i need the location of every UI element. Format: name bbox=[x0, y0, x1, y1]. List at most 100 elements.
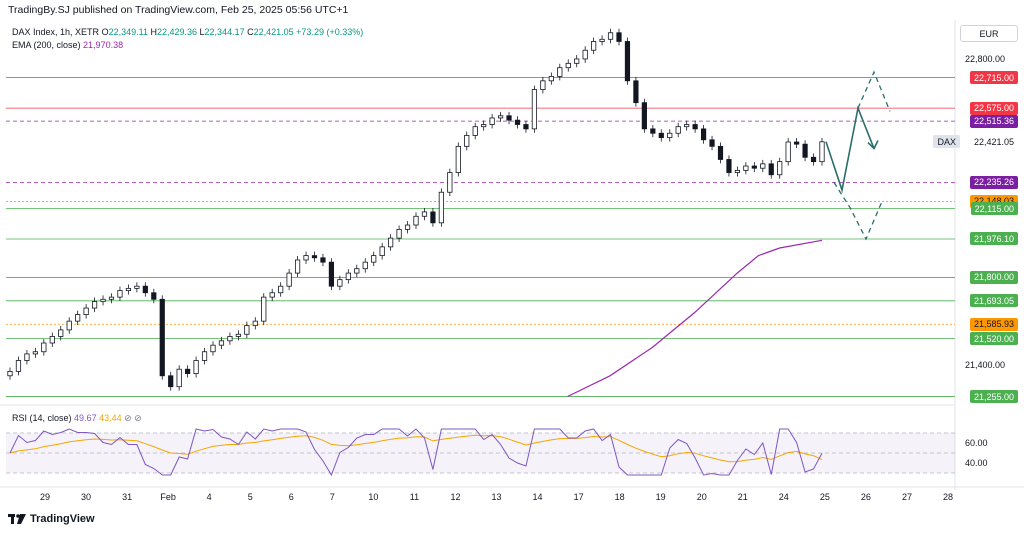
candle-up bbox=[286, 272, 292, 287]
candle-down bbox=[142, 285, 148, 294]
candle-down bbox=[430, 211, 436, 224]
candle-down bbox=[523, 124, 529, 130]
candle-up bbox=[413, 215, 419, 226]
footer-brand: TradingView bbox=[30, 513, 95, 525]
candle-up bbox=[464, 135, 470, 147]
candle-down bbox=[751, 165, 757, 169]
candle-down bbox=[810, 156, 817, 163]
candle-up bbox=[489, 117, 495, 125]
x-tick-label: 24 bbox=[779, 492, 789, 502]
x-tick-label: 31 bbox=[122, 492, 132, 502]
price-level-label: 21,255.00 bbox=[969, 390, 1018, 404]
candle-up bbox=[743, 165, 749, 171]
rsi-tick-label: 40.00 bbox=[965, 458, 988, 468]
candle-down bbox=[658, 132, 664, 139]
candle-down bbox=[159, 298, 165, 377]
price-level-label: 22,515.36 bbox=[969, 114, 1018, 128]
candle-up bbox=[481, 124, 487, 128]
candle-up bbox=[396, 228, 402, 239]
candle-up bbox=[777, 161, 783, 176]
price-level-label: 22,421.05 bbox=[969, 135, 1018, 149]
x-tick-label: 28 bbox=[943, 492, 953, 502]
rsi-label[interactable]: RSI (14, close) bbox=[12, 413, 72, 423]
candle-up bbox=[404, 224, 411, 230]
candle-up bbox=[667, 132, 673, 139]
candle-down bbox=[616, 32, 622, 42]
candle-up bbox=[447, 172, 453, 193]
candle-up bbox=[100, 298, 106, 302]
x-tick-label: 29 bbox=[40, 492, 50, 502]
close-value: 22,421.05 bbox=[253, 27, 294, 37]
ema-legend: EMA (200, close) 21,970.38 bbox=[12, 40, 123, 50]
candle-down bbox=[311, 255, 318, 259]
currency-button[interactable]: EUR bbox=[960, 25, 1018, 42]
candle-down bbox=[624, 41, 631, 82]
candle-up bbox=[591, 41, 597, 51]
candle-up bbox=[24, 353, 30, 361]
price-level-label: 22,115.00 bbox=[970, 202, 1018, 216]
x-tick-label: 21 bbox=[738, 492, 748, 502]
visibility-icon[interactable]: ⊘ ⊘ bbox=[124, 413, 142, 423]
price-level-label: 22,575.00 bbox=[969, 101, 1018, 115]
candle-up bbox=[421, 211, 428, 217]
candle-up bbox=[91, 301, 98, 309]
candle-down bbox=[709, 139, 715, 147]
candle-up bbox=[337, 279, 343, 287]
ema-200-line bbox=[567, 239, 823, 398]
high-value: 22,429.36 bbox=[156, 27, 198, 37]
x-tick-label: 5 bbox=[248, 492, 253, 502]
price-level-label: 22,715.00 bbox=[969, 71, 1018, 85]
symbol-name[interactable]: DAX Index, 1h, XETR bbox=[12, 27, 99, 37]
candle-down bbox=[320, 257, 326, 263]
candle-up bbox=[455, 145, 461, 173]
x-tick-label: 27 bbox=[902, 492, 912, 502]
price-level-label: 22,235.26 bbox=[969, 175, 1018, 189]
candle-up bbox=[362, 261, 368, 270]
candle-up bbox=[108, 296, 115, 300]
y-tick-label: 21,400.00 bbox=[965, 360, 1005, 370]
x-tick-label: 17 bbox=[574, 492, 584, 502]
tradingview-logo[interactable]: TradingView bbox=[8, 513, 95, 525]
candle-down bbox=[641, 102, 647, 130]
candle-up bbox=[371, 255, 377, 263]
tradingview-icon bbox=[8, 514, 26, 524]
candle-down bbox=[151, 292, 157, 300]
x-tick-label: 13 bbox=[491, 492, 501, 502]
candle-up bbox=[684, 124, 690, 128]
y-tick-label: 22,800.00 bbox=[965, 54, 1005, 64]
candle-up bbox=[557, 67, 563, 77]
candle-up bbox=[252, 320, 258, 326]
horizontal-levels bbox=[6, 77, 955, 397]
candle-up bbox=[261, 296, 267, 322]
candle-up bbox=[574, 58, 580, 64]
candle-down bbox=[633, 80, 639, 104]
candle-up bbox=[497, 115, 504, 119]
low-value: 22,344.17 bbox=[204, 27, 245, 37]
candle-down bbox=[768, 163, 774, 176]
candle-up bbox=[303, 255, 309, 261]
x-tick-label: 11 bbox=[410, 492, 419, 502]
candle-up bbox=[176, 368, 182, 388]
candle-up bbox=[607, 32, 614, 40]
candle-up bbox=[472, 126, 478, 136]
candle-up bbox=[244, 325, 250, 335]
x-tick-label: 7 bbox=[330, 492, 335, 502]
x-tick-label: 18 bbox=[615, 492, 625, 502]
candle-up bbox=[540, 80, 546, 90]
price-level-label: 21,520.00 bbox=[969, 332, 1018, 346]
change-value: +73.29 (+0.33%) bbox=[296, 27, 364, 37]
price-chart[interactable]: 60.00 40.00 22,800.00 21,400.00 29 30 31 Feb 4 5… bbox=[0, 0, 1024, 534]
candle-up bbox=[354, 268, 360, 274]
rsi-tick-label: 60.00 bbox=[965, 438, 988, 448]
candle-up bbox=[201, 351, 208, 361]
candle-up bbox=[75, 314, 81, 322]
candle-down bbox=[168, 375, 174, 388]
candle-up bbox=[565, 62, 571, 69]
price-level-label: 21,976.10 bbox=[969, 232, 1018, 246]
x-tick-label: 20 bbox=[697, 492, 707, 502]
symbol-legend: DAX Index, 1h, XETR O22,349.11 H22,429.3… bbox=[12, 27, 363, 37]
candle-down bbox=[506, 115, 512, 121]
price-level-label: 21,585.93 bbox=[969, 317, 1018, 331]
candle-up bbox=[438, 191, 444, 224]
ema-label[interactable]: EMA (200, close) bbox=[12, 40, 81, 50]
